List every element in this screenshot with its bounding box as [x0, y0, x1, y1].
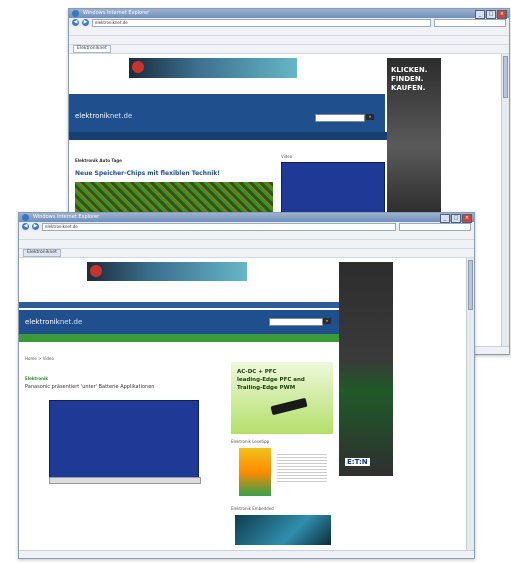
window-controls: _ □ ×	[440, 214, 472, 223]
front-sidebar-label-2: Elektronik Embedded	[231, 506, 274, 511]
back-site-search[interactable]	[315, 114, 365, 122]
front-video-player[interactable]	[49, 400, 199, 478]
front-article-kicker: Elektronik	[25, 376, 48, 381]
back-tab-bar: Elektroniknet	[69, 45, 509, 54]
magazine-blurb	[277, 452, 327, 482]
back-nav-button[interactable]: ◀	[22, 223, 29, 230]
brand-logo: E:T:N	[345, 458, 370, 466]
front-status-bar	[19, 550, 474, 558]
back-site-logo: elektroniknet.de	[75, 112, 133, 120]
ie-logo-icon	[22, 214, 29, 221]
back-sidebar-label: Video	[281, 154, 293, 159]
back-skyscraper-ad[interactable]: KLICKEN. FINDEN. KAUFEN.	[387, 58, 441, 218]
back-video-box[interactable]	[281, 162, 385, 219]
front-site-header: elektroniknet.de »	[19, 310, 341, 334]
forward-nav-button[interactable]: ▶	[82, 19, 89, 26]
minimize-button[interactable]: _	[475, 10, 485, 19]
banner-logo-icon	[90, 265, 102, 277]
front-scrollbar[interactable]	[466, 258, 474, 551]
close-button[interactable]: ×	[462, 214, 472, 223]
front-top-nav	[19, 302, 344, 308]
back-url-input[interactable]: elektroniknet.de	[92, 18, 431, 27]
front-search-input[interactable]	[399, 222, 471, 231]
back-scrollbar[interactable]	[501, 54, 509, 347]
front-favorites-bar	[19, 240, 474, 249]
chip-image	[270, 397, 308, 416]
video-controls[interactable]	[49, 477, 201, 484]
forward-nav-button[interactable]: ▶	[32, 223, 39, 230]
front-sidebar-label-1: Elektronik Lesetipp	[231, 439, 270, 444]
back-site-search-button[interactable]: »	[366, 114, 374, 120]
front-title-bar: Windows Internet Explorer _ □ ×	[19, 213, 474, 223]
maximize-button[interactable]: □	[486, 10, 496, 19]
front-scroll-thumb[interactable]	[468, 260, 473, 310]
front-tab-1[interactable]: Elektroniknet	[23, 249, 61, 257]
back-article-kicker: Elektronik Auto Tage	[75, 158, 122, 163]
front-url-input[interactable]: elektroniknet.de	[42, 222, 396, 231]
front-site-search[interactable]	[269, 318, 323, 326]
product-ad-text: AC-DC + PFC leading-Edge PFC and Trailin…	[237, 369, 305, 391]
back-favorites-bar	[69, 36, 509, 45]
back-headline[interactable]: Neue Speicher-Chips mit flexiblen Techni…	[75, 170, 220, 177]
front-site-logo: elektroniknet.de	[25, 318, 83, 326]
front-headline[interactable]: Panasonic präsentiert 'unter' Batterie A…	[25, 384, 154, 390]
back-banner-ad[interactable]	[129, 58, 297, 78]
skyscraper-text: KLICKEN. FINDEN. KAUFEN.	[391, 66, 428, 92]
back-nav-button[interactable]: ◀	[72, 19, 79, 26]
front-tab-bar: Elektroniknet	[19, 249, 474, 258]
back-search-input[interactable]	[434, 18, 506, 27]
maximize-button[interactable]: □	[451, 214, 461, 223]
banner-logo-icon	[132, 61, 144, 73]
ie-logo-icon	[72, 10, 79, 17]
back-tab[interactable]: Elektroniknet	[73, 45, 111, 53]
front-window-title: Windows Internet Explorer	[33, 214, 100, 220]
back-title-bar: Windows Internet Explorer _ □ ×	[69, 9, 509, 19]
minimize-button[interactable]: _	[440, 214, 450, 223]
front-green-nav	[19, 334, 344, 342]
close-button[interactable]: ×	[497, 10, 507, 19]
front-site-search-button[interactable]: »	[323, 318, 331, 324]
front-breadcrumb: Home > Video	[25, 356, 54, 361]
front-product-ad[interactable]: AC-DC + PFC leading-Edge PFC and Trailin…	[231, 362, 333, 434]
front-banner-ad[interactable]	[87, 262, 247, 281]
back-window-title: Windows Internet Explorer	[83, 10, 150, 16]
magazine-cover[interactable]	[239, 448, 271, 496]
back-site-header: elektroniknet.de »	[69, 94, 385, 132]
back-address-bar: ◀ ▶ elektroniknet.de	[69, 18, 509, 27]
front-address-bar: ◀ ▶ elektroniknet.de	[19, 222, 474, 231]
front-skyscraper-ad[interactable]: E:T:N	[339, 262, 393, 476]
window-controls: _ □ ×	[475, 10, 507, 19]
front-menu-bar	[19, 231, 474, 240]
front-sidebar-image[interactable]	[235, 515, 331, 545]
back-scroll-thumb[interactable]	[503, 56, 508, 98]
back-nav-strip	[69, 132, 388, 140]
front-browser-window: Windows Internet Explorer _ □ × ◀ ▶ elek…	[18, 212, 475, 559]
back-menu-bar	[69, 27, 509, 36]
front-page-content: elektroniknet.de » Home > Video Elektron…	[19, 258, 474, 551]
